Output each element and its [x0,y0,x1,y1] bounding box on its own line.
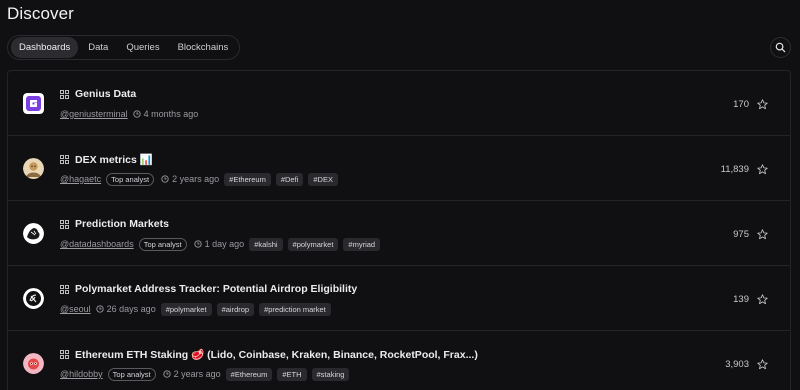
clock-icon [133,110,141,118]
tag[interactable]: #staking [311,367,350,381]
updated-time: 1 day ago [193,239,245,249]
tab-blockchains[interactable]: Blockchains [170,37,237,58]
star-count: 139 [733,293,749,305]
dashboard-list: Genius Data @geniusterminal 4 months ago… [7,70,791,390]
avatar [23,158,44,179]
dashboard-icon [60,219,69,229]
author-link[interactable]: @geniusterminal [60,109,128,119]
star-count: 3,903 [725,358,749,370]
clock-icon [96,305,104,313]
updated-time-text: 2 years ago [172,174,220,184]
tag[interactable]: #polymarket [287,237,339,251]
star-button[interactable] [756,228,768,240]
updated-time: 4 months ago [133,109,199,119]
star-count: 975 [733,228,749,240]
list-item[interactable]: Genius Data @geniusterminal 4 months ago… [8,71,790,136]
tab-dashboards[interactable]: Dashboards [11,37,79,58]
star-icon [756,98,768,109]
tag[interactable]: #DEX [308,172,338,186]
updated-time: 2 years ago [161,174,219,184]
star-icon [756,293,768,304]
updated-time-text: 1 day ago [204,239,245,249]
top-analyst-badge: Top analyst [107,367,156,381]
search-button[interactable] [770,37,791,58]
avatar [23,288,44,309]
star-count: 170 [733,98,749,110]
tab-data[interactable]: Data [80,37,116,58]
author-link[interactable]: @hagaetc [60,174,101,184]
top-analyst-badge: Top analyst [138,237,187,251]
star-button[interactable] [756,98,768,110]
dashboard-icon [60,284,69,294]
tag[interactable]: #ETH [277,367,307,381]
clock-icon [193,240,202,248]
tag[interactable]: #myriad [343,237,381,251]
star-icon [756,228,768,239]
star-count: 11,839 [720,163,749,175]
star-icon [756,163,768,174]
star-button[interactable] [756,163,768,175]
updated-time-text: 26 days ago [106,304,156,314]
author-link[interactable]: @datadashboards [60,239,134,249]
avatar [23,353,44,374]
tab-queries[interactable]: Queries [118,37,167,58]
search-icon [775,42,786,53]
tag[interactable]: #Ethereum [225,367,273,381]
dashboard-title[interactable]: Prediction Markets [75,218,169,230]
avatar [23,223,44,244]
page-title: Discover [7,4,74,23]
clock-icon [161,175,169,183]
star-button[interactable] [756,358,768,370]
author-link[interactable]: @seoul [60,304,91,314]
author-link[interactable]: @hildobby [60,369,103,379]
avatar [23,93,44,114]
tag[interactable]: #airdrop [216,302,255,316]
list-item[interactable]: Polymarket Address Tracker: Potential Ai… [8,266,790,331]
list-item[interactable]: Ethereum ETH Staking 🥩 (Lido, Coinbase, … [8,331,790,390]
tag[interactable]: #kalshi [249,237,283,251]
dashboard-title[interactable]: DEX metrics 📊 [75,153,153,166]
updated-time: 26 days ago [96,304,156,314]
top-analyst-badge: Top analyst [106,172,155,186]
updated-time-text: 4 months ago [143,109,199,119]
dashboard-title[interactable]: Genius Data [75,88,136,100]
tag[interactable]: #polymarket [160,302,212,316]
updated-time-text: 2 years ago [173,369,221,379]
updated-time: 2 years ago [162,369,221,379]
list-item[interactable]: DEX metrics 📊 @hagaetc Top analyst 2 yea… [8,136,790,201]
tag[interactable]: #Defi [275,172,304,186]
star-button[interactable] [756,293,768,305]
tab-bar: Dashboards Data Queries Blockchains [7,35,241,60]
tag[interactable]: #Ethereum [224,172,271,186]
dashboard-icon [60,155,69,164]
dashboard-icon [60,350,69,359]
dashboard-icon [60,89,69,99]
dashboard-title[interactable]: Polymarket Address Tracker: Potential Ai… [75,283,357,295]
star-icon [756,358,768,369]
dashboard-title[interactable]: Ethereum ETH Staking 🥩 (Lido, Coinbase, … [75,348,478,361]
tag[interactable]: #prediction market [259,302,331,316]
clock-icon [162,370,171,378]
list-item[interactable]: Prediction Markets @datadashboards Top a… [8,201,790,266]
